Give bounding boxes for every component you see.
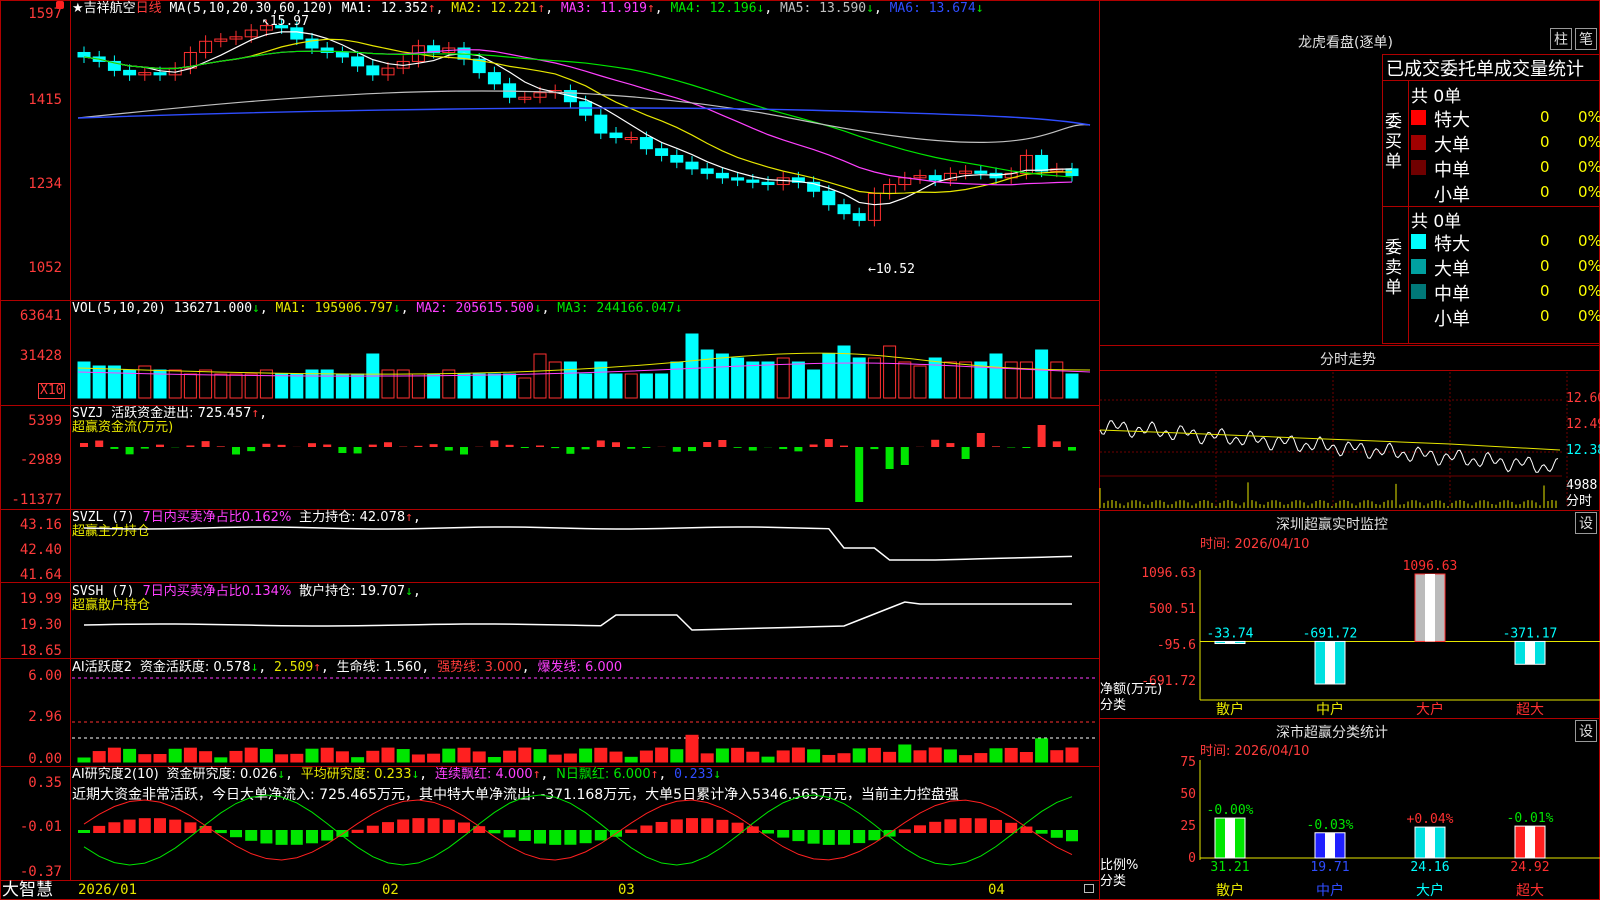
classify-value-label: 24.16 xyxy=(1410,860,1449,875)
classify-category-label: 大户 xyxy=(1416,882,1444,899)
classify-bar-chart[interactable]: -0.00% 31.21 散户 -0.03% 19.71 中户 +0.04% 24.16 大户 -… xyxy=(0,0,1600,900)
classify-change-label: -0.01% xyxy=(1507,811,1554,826)
classify-category-label: 中户 xyxy=(1316,882,1344,899)
classify-value-label: 19.71 xyxy=(1310,860,1349,875)
classify-bar-highlight xyxy=(1525,826,1535,858)
classify-bar-highlight xyxy=(1225,818,1235,858)
classify-category-label: 超大 xyxy=(1516,883,1544,899)
classify-change-label: -0.00% xyxy=(1207,803,1254,818)
classify-category-label: 散户 xyxy=(1216,882,1244,899)
classify-bar-highlight xyxy=(1325,832,1335,858)
classify-change-label: +0.04% xyxy=(1407,812,1454,827)
classify-value-label: 24.92 xyxy=(1510,860,1549,875)
classify-change-label: -0.03% xyxy=(1307,818,1354,833)
classify-bar-highlight xyxy=(1425,827,1435,858)
classify-value-label: 31.21 xyxy=(1210,860,1249,875)
